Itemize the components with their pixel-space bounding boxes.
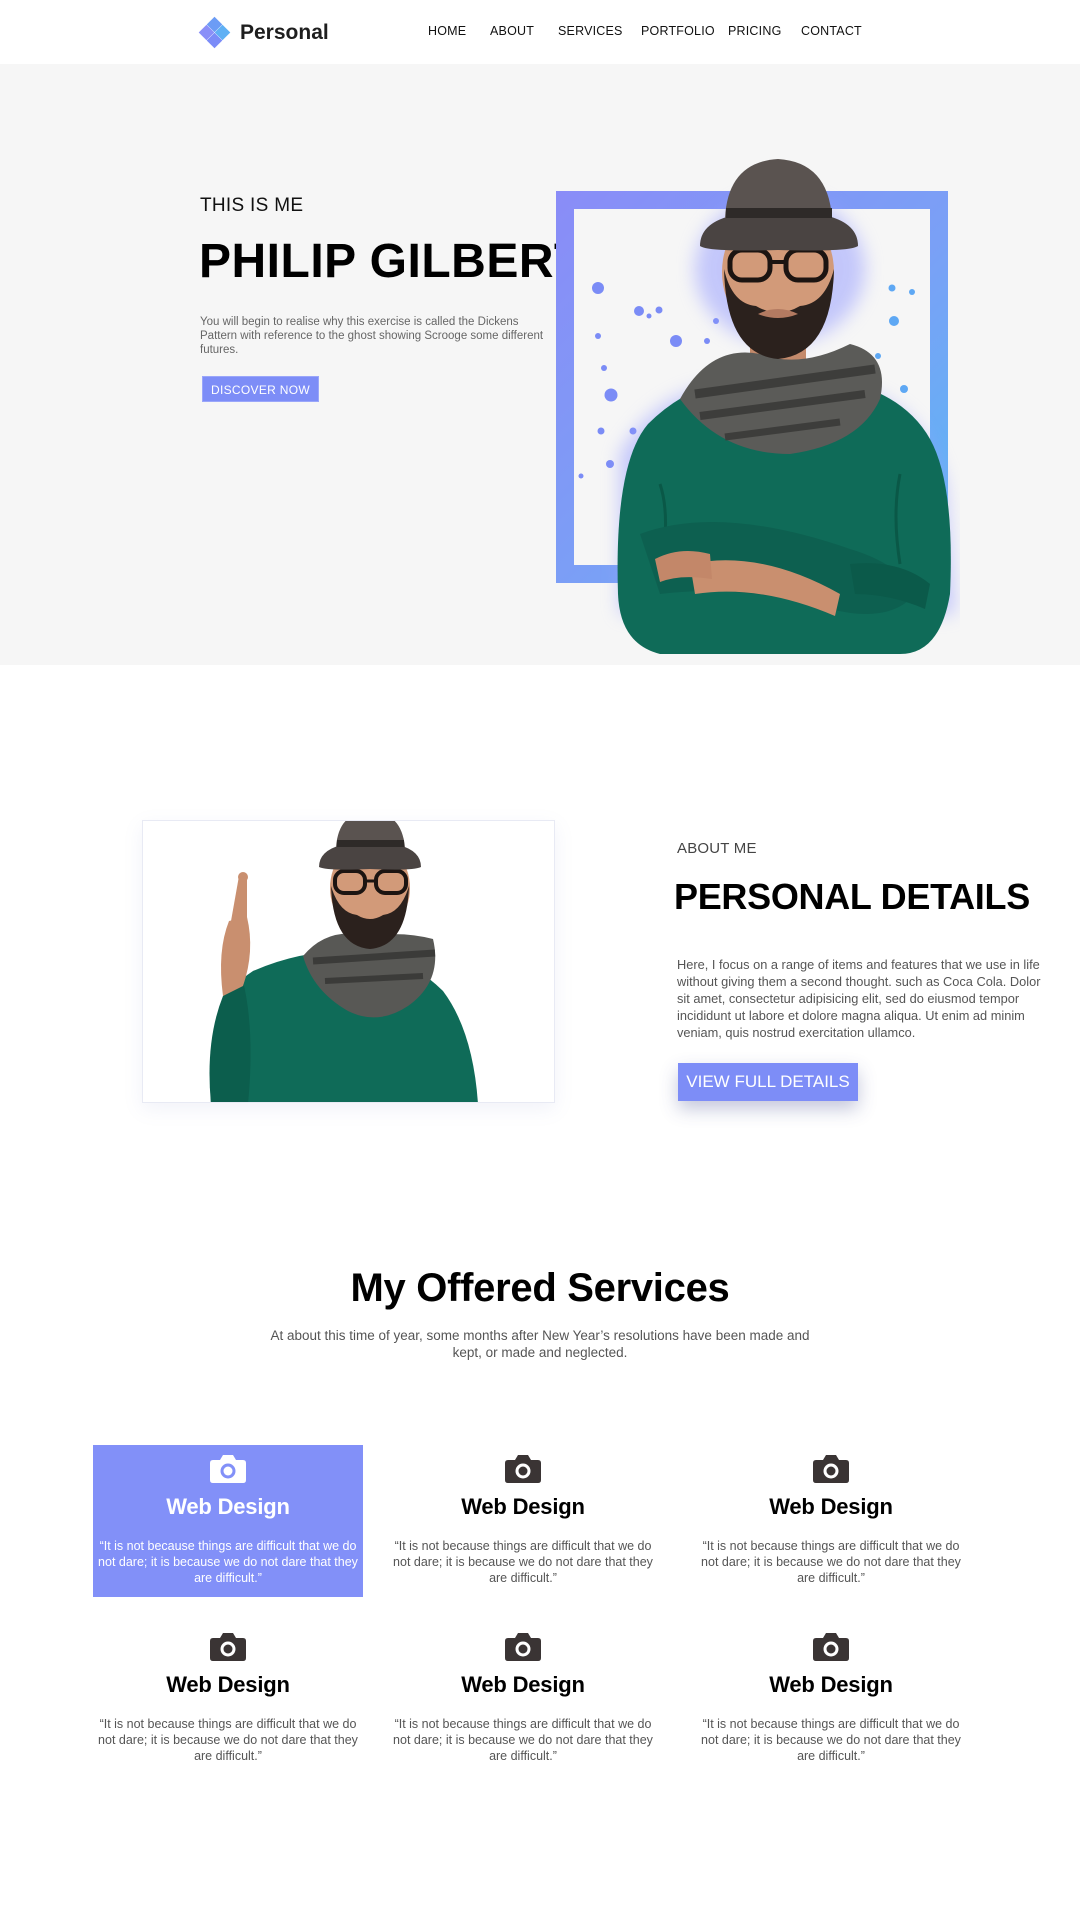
camera-icon: [813, 1633, 849, 1661]
view-full-details-button[interactable]: VIEW FULL DETAILS: [678, 1063, 858, 1101]
service-card-text: “It is not because things are difficult …: [98, 1539, 358, 1585]
nav-home[interactable]: HOME: [428, 24, 466, 38]
service-card-text: “It is not because things are difficult …: [98, 1717, 358, 1763]
about-kicker: ABOUT ME: [677, 840, 757, 857]
nav-pricing[interactable]: PRICING: [728, 24, 782, 38]
service-card-text: “It is not because things are difficult …: [393, 1539, 653, 1585]
logo-text: Personal: [240, 21, 329, 44]
services-title: My Offered Services: [350, 1266, 730, 1310]
service-card-title: Web Design: [461, 1494, 585, 1519]
hero-portrait-image: [617, 159, 955, 654]
service-card-title: Web Design: [461, 1672, 585, 1697]
camera-icon: [813, 1455, 849, 1483]
top-navigation: Personal HOME ABOUT SERVICES PORTFOLIO P…: [0, 0, 1080, 64]
about-portrait-illustration: [209, 821, 478, 1102]
nav-services[interactable]: SERVICES: [558, 24, 623, 38]
service-card-text: “It is not because things are difficult …: [701, 1717, 961, 1763]
camera-icon: [505, 1633, 541, 1661]
service-card[interactable]: Web Design “It is not because things are…: [388, 1445, 658, 1597]
service-card-title: Web Design: [166, 1672, 290, 1697]
service-card-text: “It is not because things are difficult …: [393, 1717, 653, 1763]
service-card[interactable]: Web Design “It is not because things are…: [388, 1623, 658, 1775]
service-card-title: Web Design: [166, 1494, 290, 1519]
services-subtitle: At about this time of year, some months …: [270, 1328, 810, 1360]
hero-name: PHILIP GILBERT: [199, 235, 584, 288]
nav-contact[interactable]: CONTACT: [801, 24, 862, 38]
discover-now-button[interactable]: DISCOVER NOW: [202, 376, 319, 402]
service-card-title: Web Design: [769, 1494, 893, 1519]
service-card[interactable]: Web Design “It is not because things are…: [696, 1623, 966, 1775]
nav-portfolio[interactable]: PORTFOLIO: [641, 24, 715, 38]
about-text: Here, I focus on a range of items and fe…: [677, 957, 1041, 1040]
hero-section: THIS IS ME PHILIP GILBERT You will begin…: [0, 64, 1080, 665]
camera-icon: [210, 1633, 246, 1661]
camera-icon: [210, 1455, 246, 1483]
service-card[interactable]: Web Design “It is not because things are…: [696, 1445, 966, 1597]
service-card[interactable]: Web Design “It is not because things are…: [93, 1623, 363, 1775]
hero-description: You will begin to realise why this exerc…: [200, 316, 544, 356]
logo-diamonds-icon: [198, 16, 231, 49]
about-portrait-image: [142, 820, 555, 1103]
service-card-text: “It is not because things are difficult …: [701, 1539, 961, 1585]
logo[interactable]: Personal: [198, 16, 329, 50]
hero-kicker: THIS IS ME: [200, 195, 304, 216]
service-card-title: Web Design: [769, 1672, 893, 1697]
camera-icon: [505, 1455, 541, 1483]
service-card[interactable]: Web Design “It is not because things are…: [93, 1445, 363, 1597]
about-title: PERSONAL DETAILS: [674, 876, 1030, 917]
nav-about[interactable]: ABOUT: [490, 24, 534, 38]
